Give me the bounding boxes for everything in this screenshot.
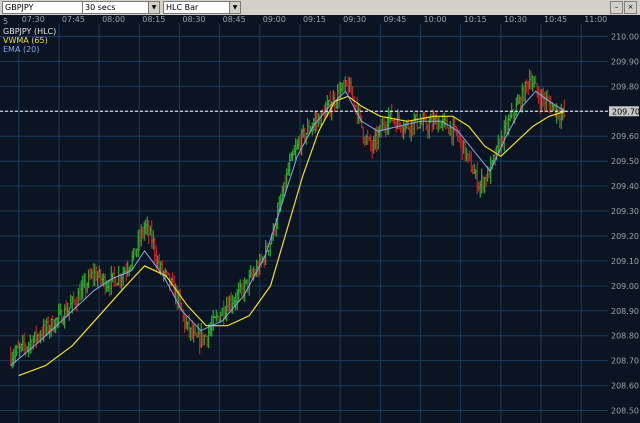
time-tick-label: 08:45 <box>223 15 246 24</box>
time-tick-label: 07:30 <box>22 15 45 24</box>
chart-toolbar: GBPJPY ▼ 30 secs ▼ HLC Bar ▼ – × <box>0 0 640 16</box>
chart-style-dropdown[interactable]: HLC Bar ▼ <box>163 1 241 14</box>
time-tick-label: 10:15 <box>464 15 487 24</box>
chevron-down-icon[interactable]: ▼ <box>229 2 240 13</box>
price-tick-label: 209.20 <box>611 232 639 241</box>
legend-title: GBPJPY (HLC) <box>3 27 56 36</box>
price-tick-label: 209.60 <box>611 132 639 141</box>
price-tick-label: 209.10 <box>611 257 639 266</box>
corner-label: 5 <box>3 17 8 26</box>
price-chart: 07:30 07:45 08:00 08:15 08:30 08:45 09:00 09:15… <box>0 15 640 423</box>
price-tick-label: 208.90 <box>611 307 639 316</box>
legend-ema: EMA (20) <box>3 45 39 54</box>
time-tick-label: 08:00 <box>102 15 125 24</box>
time-tick-label: 10:30 <box>504 15 527 24</box>
time-tick-label: 08:15 <box>142 15 165 24</box>
close-button[interactable]: × <box>624 1 637 14</box>
interval-value: 30 secs <box>85 3 116 12</box>
time-tick-label: 11:00 <box>584 15 607 24</box>
price-tick-label: 209.40 <box>611 182 639 191</box>
price-tick-label: 209.50 <box>611 157 639 166</box>
time-tick-label: 09:15 <box>303 15 326 24</box>
chart-style-value: HLC Bar <box>166 3 199 12</box>
time-tick-label: 09:45 <box>383 15 406 24</box>
symbol-value: GBPJPY <box>5 3 34 12</box>
price-tick-label: 208.50 <box>611 407 639 416</box>
chevron-down-icon[interactable]: ▼ <box>148 2 159 13</box>
price-tick-label: 209.30 <box>611 207 639 216</box>
chart-background <box>0 15 640 423</box>
current-price-value: 209.70 <box>612 107 640 116</box>
time-tick-label: 10:00 <box>424 15 447 24</box>
time-tick-label: 10:45 <box>544 15 567 24</box>
time-axis: 07:30 07:45 08:00 08:15 08:30 08:45 09:00 09:15… <box>22 15 608 24</box>
price-tick-label: 209.90 <box>611 57 639 66</box>
legend-vwma: VWMA (65) <box>3 36 48 45</box>
time-tick-label: 09:00 <box>263 15 286 24</box>
price-tick-label: 208.60 <box>611 382 639 391</box>
price-tick-label: 209.80 <box>611 82 639 91</box>
minimize-button[interactable]: – <box>610 1 623 14</box>
time-tick-label: 09:30 <box>343 15 366 24</box>
price-tick-label: 210.00 <box>611 32 639 41</box>
price-tick-label: 208.70 <box>611 357 639 366</box>
interval-dropdown[interactable]: 30 secs ▼ <box>82 1 160 14</box>
time-tick-label: 08:30 <box>182 15 205 24</box>
symbol-dropdown[interactable]: GBPJPY ▼ <box>2 1 94 14</box>
price-tick-label: 208.80 <box>611 332 639 341</box>
time-tick-label: 07:45 <box>62 15 85 24</box>
price-tick-label: 209.00 <box>611 282 639 291</box>
